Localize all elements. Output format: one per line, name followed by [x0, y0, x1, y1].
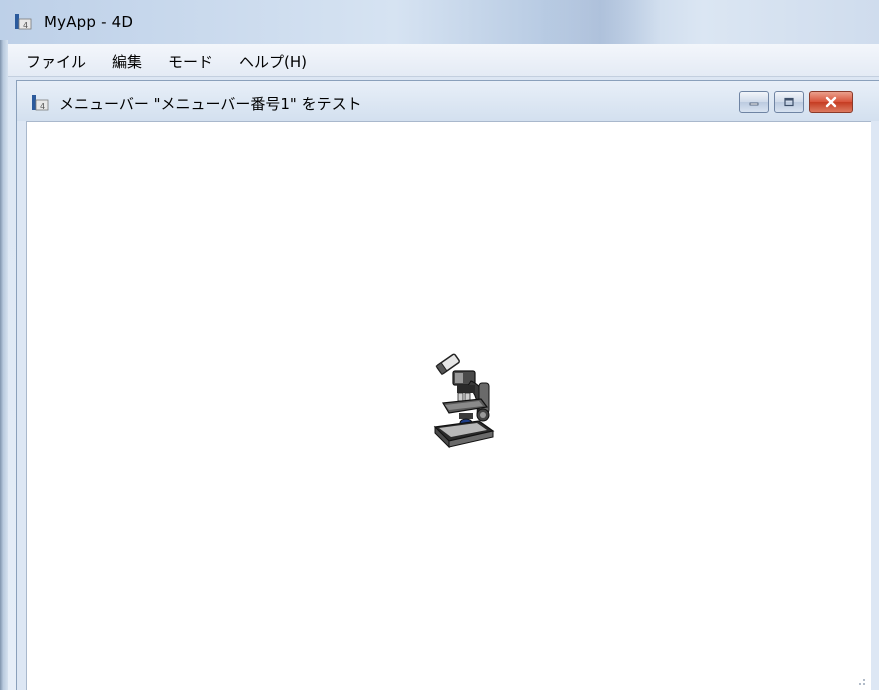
- minimize-button[interactable]: [739, 91, 769, 113]
- menu-file[interactable]: ファイル: [24, 51, 88, 72]
- app-title: MyApp - 4D: [44, 13, 134, 31]
- menu-help[interactable]: ヘルプ(H): [237, 51, 309, 72]
- app-titlebar[interactable]: 4 MyApp - 4D: [0, 0, 879, 44]
- microscope-icon: [433, 353, 495, 449]
- 4d-app-icon: 4: [15, 14, 32, 30]
- 4d-app-icon: 4: [32, 95, 49, 111]
- titlebar-glow: [540, 0, 660, 44]
- test-menubar-window: 4 メニューバー "メニューバー番号1" をテスト: [16, 80, 879, 690]
- menu-edit[interactable]: 編集: [110, 51, 144, 72]
- resize-grip-icon[interactable]: [853, 673, 867, 687]
- svg-text:4: 4: [23, 21, 28, 30]
- app-window: 4 MyApp - 4D ファイル 編集 モード ヘルプ(H) 4 メニューバー…: [0, 0, 879, 690]
- close-button[interactable]: [809, 91, 853, 113]
- minimize-icon: [740, 92, 768, 112]
- maximize-icon: [775, 92, 803, 112]
- menu-bar: ファイル 編集 モード ヘルプ(H): [8, 44, 879, 77]
- menu-mode[interactable]: モード: [166, 51, 215, 72]
- maximize-button[interactable]: [774, 91, 804, 113]
- window-left-frame: [0, 40, 8, 690]
- child-titlebar[interactable]: 4 メニューバー "メニューバー番号1" をテスト: [17, 81, 879, 121]
- child-window-title: メニューバー "メニューバー番号1" をテスト: [59, 95, 362, 113]
- close-icon: [810, 92, 852, 112]
- svg-text:4: 4: [40, 102, 45, 111]
- content-area: [26, 121, 871, 690]
